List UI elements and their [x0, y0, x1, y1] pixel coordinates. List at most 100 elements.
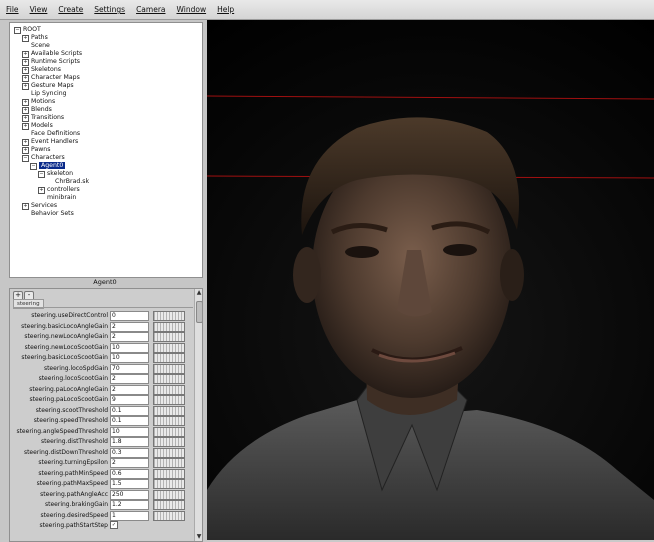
properties-scrollbar[interactable]: ▲ ▼ [194, 289, 202, 541]
expand-icon[interactable]: + [22, 82, 29, 90]
property-value-field[interactable]: 2 [110, 384, 149, 395]
expand-icon[interactable]: + [22, 34, 29, 42]
menu-camera[interactable]: Camera [136, 5, 165, 14]
tree-item[interactable]: + Services [22, 202, 57, 210]
expand-icon[interactable]: + [22, 58, 29, 66]
tree-item[interactable]: Scene [22, 42, 50, 50]
tree-item-label: Character Maps [31, 74, 80, 81]
tree-item[interactable]: − skeleton [38, 170, 73, 178]
property-value-field[interactable]: 0.1 [110, 416, 149, 426]
property-slider[interactable] [153, 353, 185, 363]
property-slider[interactable] [153, 416, 185, 426]
property-value-field[interactable]: 10 [110, 342, 149, 353]
property-slider[interactable] [153, 500, 185, 510]
expand-icon[interactable]: + [22, 122, 29, 130]
collapse-icon[interactable]: − [22, 154, 29, 162]
expand-icon[interactable]: + [22, 74, 29, 82]
scroll-up-arrow-icon[interactable]: ▲ [195, 289, 202, 297]
property-value-field[interactable]: 250 [110, 489, 149, 500]
property-slider[interactable] [153, 395, 185, 405]
property-row: steering.pathAngleAcc 250 [10, 489, 194, 500]
property-slider[interactable] [153, 342, 185, 353]
expand-icon[interactable]: + [22, 114, 29, 122]
scroll-thumb[interactable] [196, 301, 202, 323]
collapse-icon[interactable]: − [30, 162, 37, 170]
tree-item[interactable]: + Models [22, 122, 53, 130]
property-value-field[interactable]: 9 [110, 395, 149, 405]
menu-settings[interactable]: Settings [94, 5, 125, 14]
property-slider[interactable] [153, 468, 185, 479]
expand-icon[interactable]: + [22, 146, 29, 154]
property-value-field[interactable]: 2 [110, 321, 149, 332]
collapse-icon[interactable]: − [38, 170, 45, 178]
tree-item[interactable]: Face Definitions [22, 130, 80, 138]
tree-item[interactable]: ChrBrad.sk [46, 178, 89, 186]
tree-item[interactable]: + Gesture Maps [22, 82, 74, 90]
tree-item[interactable]: + controllers [38, 186, 80, 194]
expand-icon[interactable]: + [38, 186, 45, 194]
property-slider[interactable] [153, 405, 185, 416]
tree-item[interactable]: + Available Scripts [22, 50, 82, 58]
tree-item[interactable]: + Skeletons [22, 66, 61, 74]
expand-icon[interactable]: + [22, 66, 29, 74]
property-value-field[interactable]: 0.6 [110, 468, 149, 479]
property-value-field[interactable]: 1.2 [110, 500, 149, 510]
property-value-field[interactable]: 0.3 [110, 447, 149, 458]
tree-item[interactable]: − ROOT [14, 26, 41, 34]
tree-item[interactable]: − Agent0 [30, 162, 66, 170]
menu-help[interactable]: Help [217, 5, 234, 14]
group-divider [13, 307, 193, 308]
property-slider[interactable] [153, 447, 185, 458]
tree-item[interactable]: + Runtime Scripts [22, 58, 80, 66]
property-slider[interactable] [153, 479, 185, 489]
property-value-field[interactable]: 70 [110, 363, 149, 374]
tree-item[interactable]: Behavior Sets [22, 210, 74, 218]
expand-icon[interactable]: + [22, 202, 29, 210]
property-value-field[interactable]: 0.1 [110, 405, 149, 416]
property-slider[interactable] [153, 311, 185, 321]
menu-file[interactable]: File [6, 5, 19, 14]
property-slider[interactable] [153, 510, 185, 521]
property-checkbox[interactable]: ✓ [110, 521, 118, 529]
property-value-field[interactable]: 2 [110, 374, 149, 384]
property-value-field[interactable]: 2 [110, 458, 149, 468]
menu-window[interactable]: Window [177, 5, 207, 14]
property-slider[interactable] [153, 426, 185, 437]
tree-item[interactable]: − Characters [22, 154, 65, 162]
expand-icon[interactable]: + [22, 138, 29, 146]
tree-item[interactable]: + Pawns [22, 146, 50, 154]
property-slider[interactable] [153, 384, 185, 395]
expand-icon[interactable]: + [22, 50, 29, 58]
property-name: steering.paLocoScootGain [29, 396, 108, 403]
expand-icon[interactable]: + [22, 98, 29, 106]
tree-item[interactable]: + Paths [22, 34, 48, 42]
property-value-field[interactable]: 1.8 [110, 437, 149, 447]
collapse-icon[interactable]: − [14, 26, 21, 34]
property-value-field[interactable]: 10 [110, 353, 149, 363]
property-slider[interactable] [153, 363, 185, 374]
property-slider[interactable] [153, 437, 185, 447]
tree-item[interactable]: + Transitions [22, 114, 64, 122]
tree-item[interactable]: Lip Syncing [22, 90, 67, 98]
3d-viewport[interactable] [207, 20, 654, 540]
tree-item-label: Blends [31, 106, 52, 113]
tree-item[interactable]: + Character Maps [22, 74, 80, 82]
scene-tree[interactable]: − ROOT + Paths Scene + Available Scripts + Runti… [9, 22, 203, 278]
property-value-field[interactable]: 1 [110, 510, 149, 521]
property-slider[interactable] [153, 321, 185, 332]
property-slider[interactable] [153, 374, 185, 384]
menu-create[interactable]: Create [58, 5, 83, 14]
tree-item[interactable]: + Motions [22, 98, 55, 106]
tree-item[interactable]: + Event Handlers [22, 138, 78, 146]
expand-icon[interactable]: + [22, 106, 29, 114]
tree-item[interactable]: + Blends [22, 106, 52, 114]
property-slider[interactable] [153, 458, 185, 468]
property-slider[interactable] [153, 332, 185, 342]
tree-item[interactable]: minibrain [38, 194, 76, 202]
menu-view[interactable]: View [30, 5, 48, 14]
property-value-field[interactable]: 1.5 [110, 479, 149, 489]
property-value-field[interactable]: 10 [110, 426, 149, 437]
property-value-field[interactable]: 0 [110, 311, 149, 321]
property-slider[interactable] [153, 489, 185, 500]
property-value-field[interactable]: 2 [110, 332, 149, 342]
